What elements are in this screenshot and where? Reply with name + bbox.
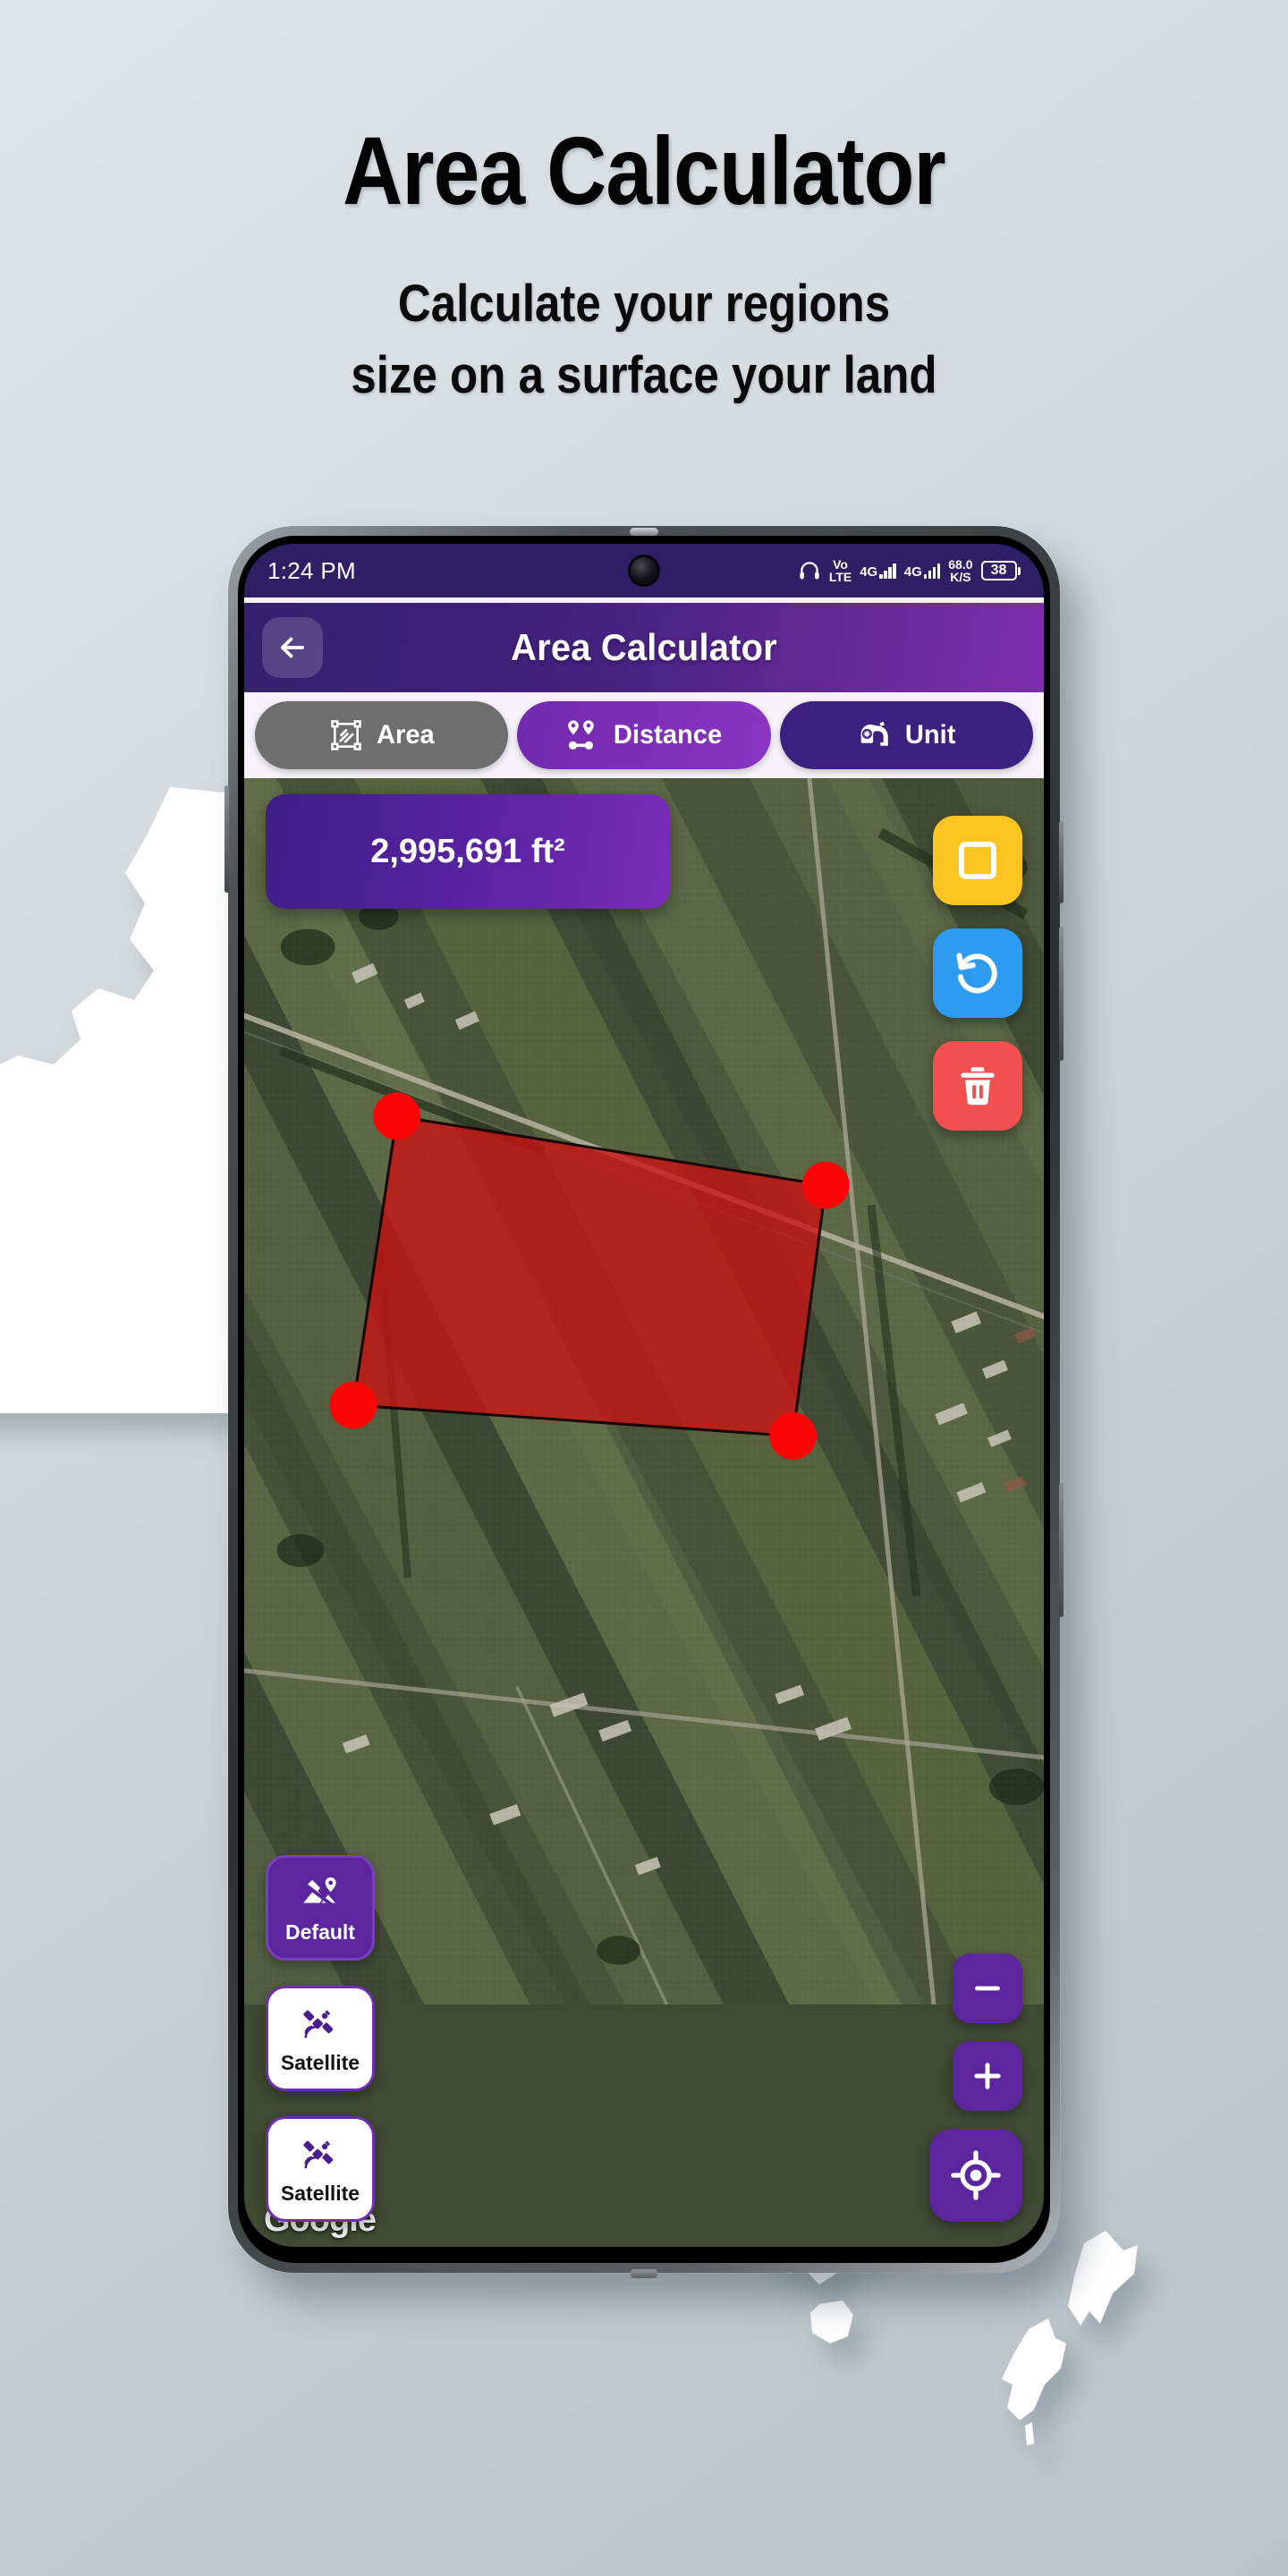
phone-screen: 1:24 PM Vo LTE 4G 4G 68.0 K/S 38 Area Ca… (244, 544, 1044, 2247)
arrow-left-icon (281, 637, 304, 658)
polygon-vertex (373, 1092, 421, 1140)
earpiece-speaker (630, 528, 658, 536)
polygon-vertex (801, 1161, 850, 1209)
fullscreen-button[interactable] (933, 816, 1022, 905)
expand-icon (959, 842, 996, 879)
tab-unit-label: Unit (905, 720, 956, 750)
area-polygon (352, 1114, 827, 1438)
phone-device-frame: 1:24 PM Vo LTE 4G 4G 68.0 K/S 38 Area Ca… (225, 526, 1063, 2278)
battery-cap-icon (1018, 566, 1021, 575)
phone-bezel: 1:24 PM Vo LTE 4G 4G 68.0 K/S 38 Area Ca… (238, 536, 1050, 2263)
front-camera-punch-hole (631, 557, 657, 584)
area-square-icon (327, 716, 365, 754)
sim2-signal-indicator: 4G (903, 563, 941, 580)
status-bar: 1:24 PM Vo LTE 4G 4G 68.0 K/S 38 (244, 544, 1044, 597)
minus-icon (975, 1986, 1000, 1991)
map-type-buttons: Default Satellite Satellite (266, 1855, 375, 2222)
bottom-port-nub (631, 2269, 657, 2278)
trash-icon (961, 1067, 995, 1106)
poster-canvas: Area Calculator Calculate your regions s… (0, 0, 1288, 2576)
volte-bottom-label: LTE (828, 570, 852, 584)
volte-indicator: Vo LTE (829, 558, 852, 583)
tab-area-label: Area (377, 720, 436, 750)
undo-button[interactable] (933, 928, 1022, 1018)
satellite-icon (296, 2133, 344, 2178)
map-action-buttons (933, 816, 1022, 1131)
satellite-icon (296, 2003, 344, 2047)
volume-up-button[interactable] (1059, 821, 1063, 903)
sim2-network-label: 4G (903, 564, 922, 580)
poster-title: Area Calculator (343, 116, 945, 225)
headphone-icon (798, 559, 821, 582)
map-type-satellite-button-1[interactable]: Satellite (266, 1986, 375, 2091)
battery-level-label: 38 (980, 561, 1017, 580)
crosshair-icon (951, 2150, 1001, 2200)
tab-distance[interactable]: Distance (517, 701, 771, 769)
map-type-satellite-button-2[interactable]: Satellite (266, 2116, 375, 2222)
data-rate-unit: K/S (950, 570, 971, 584)
sim1-signal-indicator: 4G (860, 563, 896, 580)
zoom-out-button[interactable] (953, 1953, 1022, 2023)
tape-measure-icon (856, 716, 894, 754)
map-layers-icon (296, 1872, 344, 1917)
plus-icon (974, 2063, 1001, 2089)
sim2-signal-bars-icon (923, 563, 941, 579)
distance-pins-icon (564, 716, 601, 754)
map-view[interactable]: 2,995,691 ft² Default Satellite Satellit… (244, 778, 1044, 2247)
mode-tab-bar: Area Distance Unit (244, 692, 1044, 778)
app-bar: Area Calculator (244, 603, 1044, 692)
sim1-network-label: 4G (860, 564, 878, 580)
status-bar-clock: 1:24 PM (267, 556, 356, 584)
polygon-vertex (329, 1381, 377, 1429)
data-rate-indicator: 68.0 K/S (948, 558, 972, 583)
left-side-button[interactable] (225, 785, 229, 893)
delete-button[interactable] (933, 1041, 1022, 1131)
tab-area[interactable]: Area (255, 701, 509, 769)
my-location-button[interactable] (929, 2129, 1022, 2222)
poster-subtitle-line-2: size on a surface your land (351, 346, 937, 404)
map-type-default-button[interactable]: Default (266, 1855, 375, 1961)
back-button[interactable] (262, 617, 323, 678)
poster-subtitle-line-1: Calculate your regions (397, 275, 891, 333)
sim1-signal-bars-icon (879, 563, 896, 579)
measurement-overlay (329, 1092, 850, 1460)
volume-down-button[interactable] (1059, 927, 1063, 1061)
map-type-default-label: Default (285, 1919, 355, 1944)
zoom-in-button[interactable] (953, 2041, 1022, 2111)
map-zoom-controls (929, 1953, 1022, 2222)
polygon-vertex (769, 1412, 818, 1460)
power-button[interactable] (1059, 1483, 1063, 1617)
tab-distance-label: Distance (614, 720, 723, 750)
undo-icon (956, 953, 997, 994)
app-bar-title: Area Calculator (511, 626, 777, 668)
map-type-satellite-label-2: Satellite (280, 2181, 360, 2205)
map-type-satellite-label-1: Satellite (280, 2050, 360, 2074)
area-result-chip: 2,995,691 ft² (266, 794, 670, 909)
battery-indicator: 38 (980, 561, 1021, 580)
tab-unit[interactable]: Unit (779, 701, 1033, 769)
poster-subtitle: Calculate your regions size on a surface… (77, 268, 1210, 411)
